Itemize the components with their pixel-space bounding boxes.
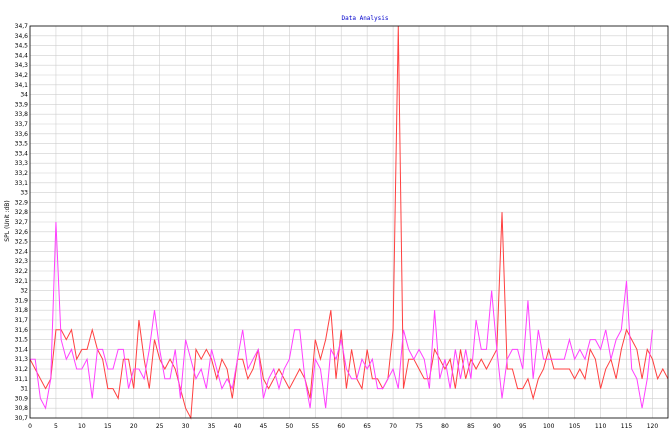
x-tick-label: 115 xyxy=(621,423,633,430)
y-tick-label: 32,9 xyxy=(15,199,29,206)
x-tick-label: 75 xyxy=(415,423,423,430)
x-tick-label: 60 xyxy=(337,423,345,430)
y-tick-label: 33,3 xyxy=(15,160,29,167)
spl-line-chart: Data Analysis SPL (Unit :dB) 30,730,830,… xyxy=(0,0,670,447)
y-tick-label: 33,8 xyxy=(15,111,29,118)
y-tick-label: 34,7 xyxy=(15,23,29,30)
y-tick-label: 30,8 xyxy=(15,405,29,412)
x-tick-label: 65 xyxy=(363,423,371,430)
y-tick-label: 31,5 xyxy=(15,337,29,344)
y-tick-label: 34 xyxy=(20,92,28,99)
y-tick-label: 33,1 xyxy=(15,180,29,187)
y-tick-label: 30,9 xyxy=(15,395,29,402)
y-tick-label: 32,1 xyxy=(15,278,29,285)
y-tick-label: 34,5 xyxy=(15,43,29,50)
x-tick-label: 25 xyxy=(156,423,164,430)
y-tick-label: 33,5 xyxy=(15,141,29,148)
y-axis-label: SPL (Unit :dB) xyxy=(4,200,11,241)
x-tick-label: 80 xyxy=(441,423,449,430)
y-tick-label: 32,2 xyxy=(15,268,29,275)
y-tick-label: 32,3 xyxy=(15,258,29,265)
y-tick-label: 34,6 xyxy=(15,33,29,40)
y-tick-label: 30,7 xyxy=(15,415,29,422)
y-tick-label: 34,1 xyxy=(15,82,29,89)
x-tick-label: 105 xyxy=(569,423,581,430)
x-tick-label: 35 xyxy=(208,423,216,430)
y-tick-label: 31,6 xyxy=(15,327,29,334)
y-tick-label: 33,9 xyxy=(15,101,29,108)
y-tick-label: 32,4 xyxy=(15,248,29,255)
y-tick-label: 32,6 xyxy=(15,229,29,236)
x-tick-label: 30 xyxy=(182,423,190,430)
y-tick-label: 32,8 xyxy=(15,209,29,216)
y-tick-label: 32,7 xyxy=(15,219,29,226)
y-tick-label: 33,2 xyxy=(15,170,29,177)
x-tick-label: 45 xyxy=(260,423,268,430)
x-tick-label: 120 xyxy=(647,423,659,430)
x-tick-label: 55 xyxy=(311,423,319,430)
y-tick-label: 33,4 xyxy=(15,150,29,157)
y-tick-label: 31,7 xyxy=(15,317,29,324)
y-tick-label: 31 xyxy=(20,386,28,393)
chart-title: Data Analysis xyxy=(342,15,389,22)
y-tick-label: 34,3 xyxy=(15,62,29,69)
y-tick-label: 34,2 xyxy=(15,72,29,79)
x-tick-label: 85 xyxy=(467,423,475,430)
x-tick-label: 0 xyxy=(28,423,32,430)
x-tick-label: 15 xyxy=(104,423,112,430)
y-tick-label: 31,4 xyxy=(15,346,29,353)
y-tick-label: 33,6 xyxy=(15,131,29,138)
y-tick-label: 32,5 xyxy=(15,239,29,246)
x-tick-label: 40 xyxy=(234,423,242,430)
x-tick-label: 70 xyxy=(389,423,397,430)
y-tick-label: 31,8 xyxy=(15,307,29,314)
x-tick-label: 5 xyxy=(54,423,58,430)
y-tick-label: 34,4 xyxy=(15,52,29,59)
x-tick-label: 95 xyxy=(519,423,527,430)
y-tick-label: 31,9 xyxy=(15,297,29,304)
y-tick-label: 31,2 xyxy=(15,366,29,373)
y-tick-labels: 30,7 30,8 30,9 31 31,1 31,2 31,3 31,4 31,5 31,6 31… xyxy=(15,23,29,422)
x-tick-label: 10 xyxy=(78,423,86,430)
y-tick-label: 31,1 xyxy=(15,376,29,383)
x-tick-label: 20 xyxy=(130,423,138,430)
y-tick-label: 31,3 xyxy=(15,356,29,363)
chart-background xyxy=(0,0,670,447)
x-tick-label: 50 xyxy=(286,423,294,430)
x-tick-label: 100 xyxy=(543,423,555,430)
y-tick-label: 33 xyxy=(20,190,28,197)
y-tick-label: 33,7 xyxy=(15,121,29,128)
x-tick-label: 110 xyxy=(595,423,607,430)
x-tick-label: 90 xyxy=(493,423,501,430)
y-tick-label: 32 xyxy=(20,288,28,295)
